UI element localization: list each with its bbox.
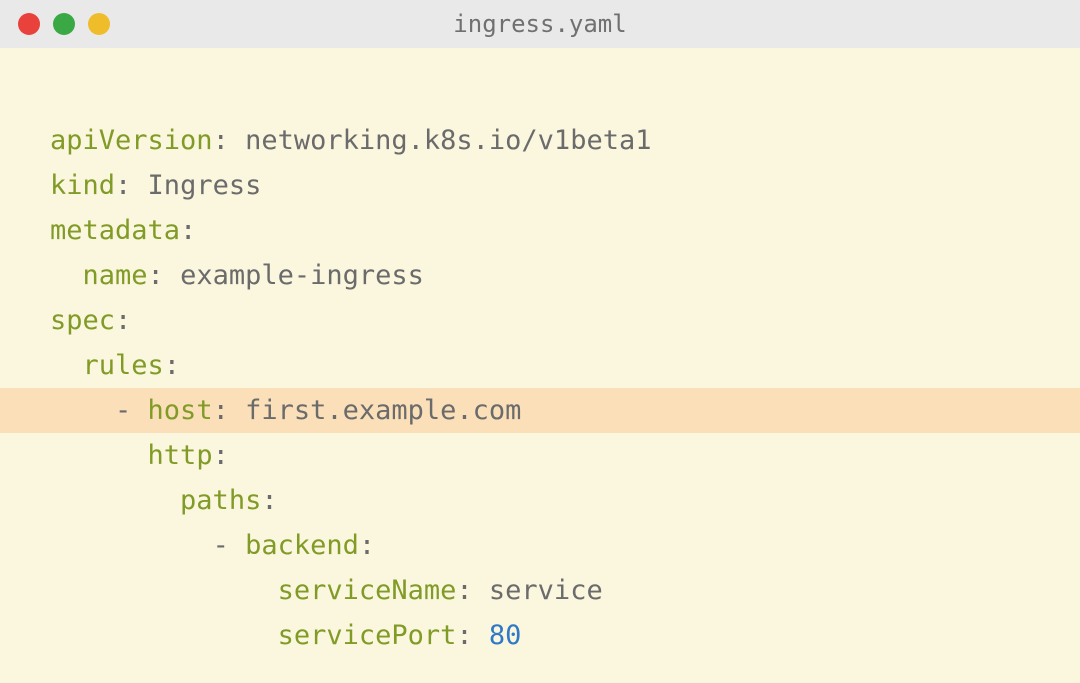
yaml-colon: : [359,523,375,568]
yaml-colon: : [164,343,180,388]
yaml-colon: : [213,388,229,433]
yaml-colon: : [456,568,472,613]
yaml-key: http [148,433,213,478]
yaml-key: backend [245,523,359,568]
code-line[interactable]: kind: Ingress [0,163,1080,208]
traffic-lights [0,13,110,35]
code-line[interactable]: serviceName: service [0,568,1080,613]
yaml-colon: : [213,433,229,478]
indent [50,568,278,613]
yaml-colon: : [213,118,229,163]
yaml-value: first.example.com [229,388,522,433]
yaml-colon: : [261,478,277,523]
window-title: ingress.yaml [453,10,626,38]
code-line[interactable]: rules: [0,343,1080,388]
indent [50,523,213,568]
indent [50,253,83,298]
yaml-colon: : [148,253,164,298]
code-line[interactable]: - host: first.example.com [0,388,1080,433]
indent [50,478,180,523]
code-line[interactable]: servicePort: 80 [0,613,1080,658]
indent [50,613,278,658]
code-line[interactable]: metadata: [0,208,1080,253]
yaml-value: Ingress [131,163,261,208]
yaml-key: apiVersion [50,118,213,163]
yaml-key: servicePort [278,613,457,658]
yaml-colon: : [115,163,131,208]
yaml-key: metadata [50,208,180,253]
code-line[interactable]: paths: [0,478,1080,523]
indent [50,343,83,388]
code-line[interactable]: apiVersion: networking.k8s.io/v1beta1 [0,118,1080,163]
yaml-key: serviceName [278,568,457,613]
yaml-value: example-ingress [164,253,424,298]
yaml-key: host [148,388,213,433]
yaml-value: service [473,568,603,613]
yaml-key: paths [180,478,261,523]
code-line[interactable]: spec: [0,298,1080,343]
indent [50,433,148,478]
yaml-colon: : [180,208,196,253]
yaml-number: 80 [489,613,522,658]
yaml-colon: : [456,613,472,658]
indent [50,388,115,433]
yaml-key: spec [50,298,115,343]
yaml-dash: - [115,388,148,433]
close-button[interactable] [18,13,40,35]
yaml-key: name [83,253,148,298]
code-line[interactable]: name: example-ingress [0,253,1080,298]
yaml-key: kind [50,163,115,208]
code-editor[interactable]: apiVersion: networking.k8s.io/v1beta1kin… [0,48,1080,658]
yaml-dash: - [213,523,246,568]
yaml-key: rules [83,343,164,388]
yaml-value: networking.k8s.io/v1beta1 [229,118,652,163]
maximize-button[interactable] [88,13,110,35]
minimize-button[interactable] [53,13,75,35]
window-titlebar: ingress.yaml [0,0,1080,48]
yaml-colon: : [115,298,131,343]
code-line[interactable]: http: [0,433,1080,478]
code-line[interactable]: - backend: [0,523,1080,568]
